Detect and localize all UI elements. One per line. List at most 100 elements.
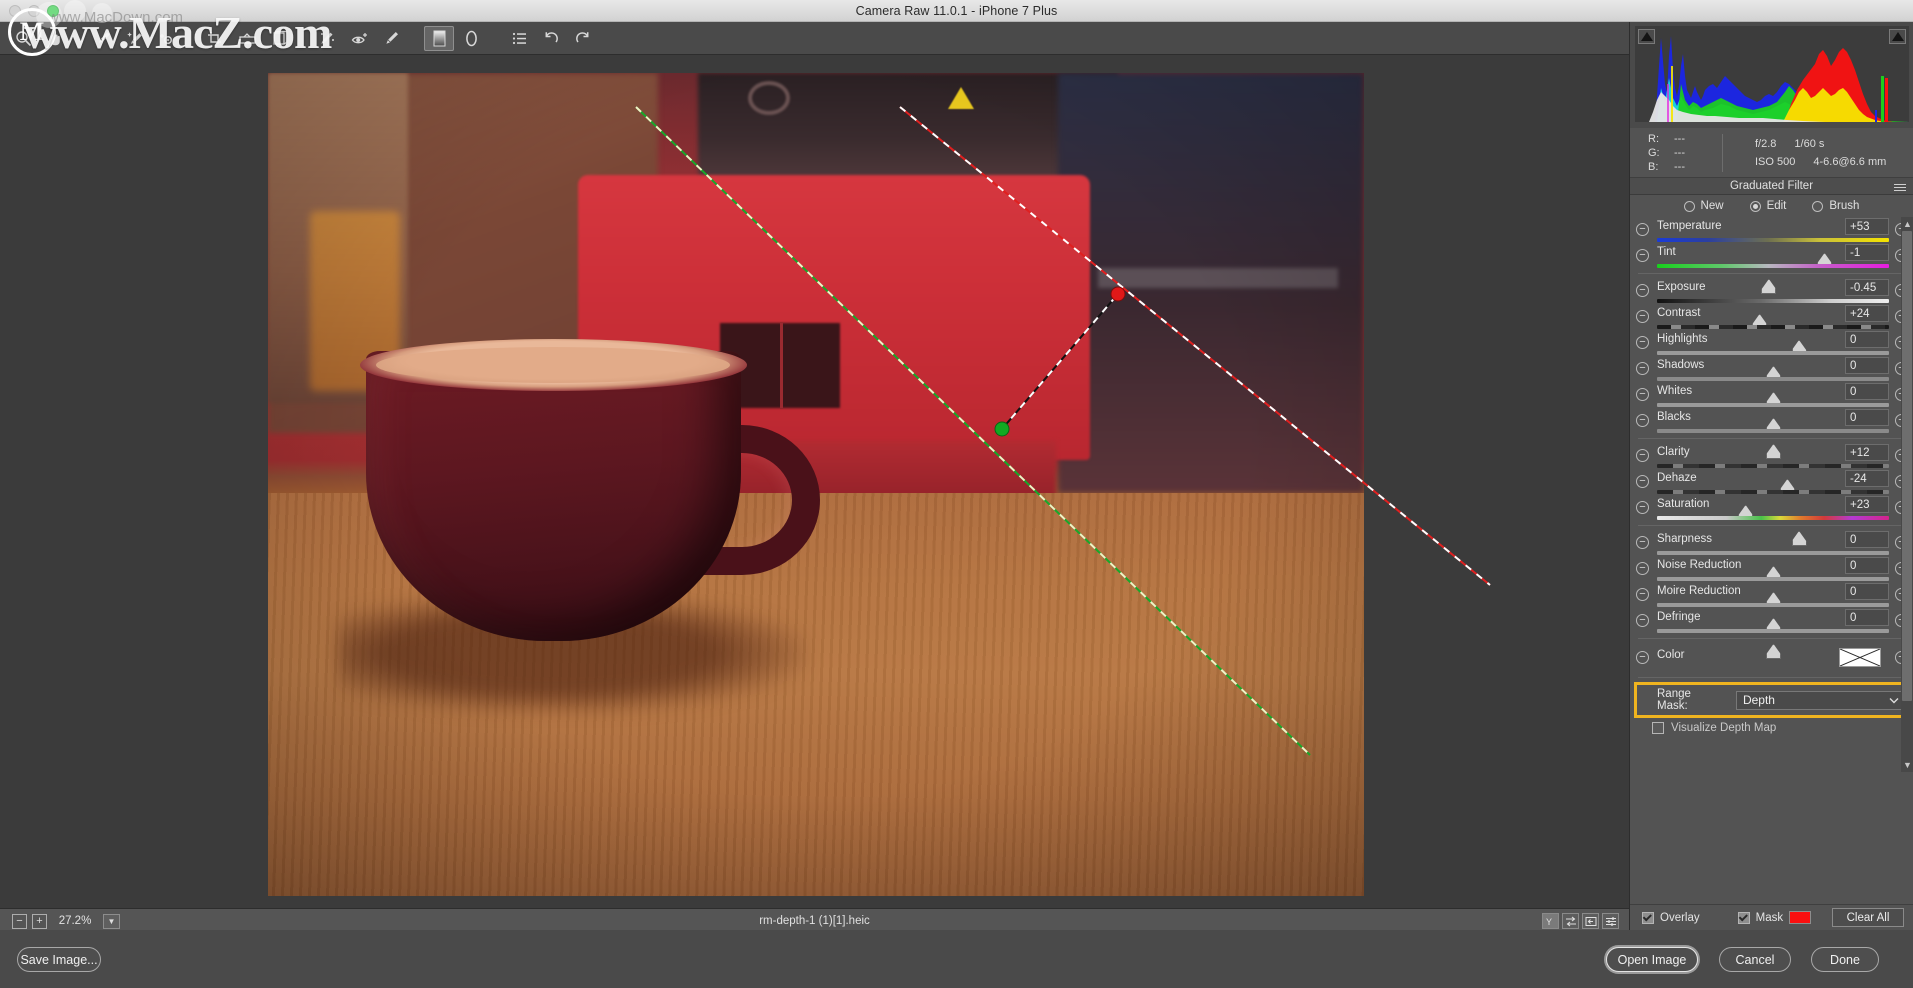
color-swatch[interactable] — [1839, 648, 1881, 667]
whites-value[interactable]: 0 — [1845, 383, 1889, 400]
range-mask-row[interactable]: Range Mask: Depth — [1634, 682, 1909, 718]
cancel-button[interactable]: Cancel — [1719, 947, 1791, 972]
contrast-value[interactable]: +24 — [1845, 305, 1889, 322]
decrease-blacks-icon[interactable]: − — [1636, 414, 1649, 427]
moire-reduction-track[interactable] — [1657, 603, 1889, 633]
decrease-temperature-icon[interactable]: − — [1636, 223, 1649, 236]
scroll-up-icon[interactable]: ▲ — [1903, 218, 1912, 230]
saturation-track[interactable] — [1657, 516, 1889, 546]
window-controls[interactable] — [9, 5, 59, 17]
decrease-contrast-icon[interactable]: − — [1636, 310, 1649, 323]
decrease-defringe-icon[interactable]: − — [1636, 614, 1649, 627]
slider-saturation[interactable]: − Saturation +23 + — [1630, 495, 1913, 546]
shadows-value[interactable]: 0 — [1845, 357, 1889, 374]
shadow-clipping-indicator[interactable] — [1638, 29, 1655, 44]
red-eye-icon[interactable] — [344, 26, 374, 51]
mask-checkbox[interactable] — [1737, 911, 1750, 924]
panel-scrollbar[interactable]: ▲ ▼ — [1901, 217, 1913, 772]
graduated-filter-icon[interactable] — [424, 25, 454, 51]
save-image-button[interactable]: Save Image... — [17, 947, 101, 972]
overlay-toggle[interactable]: Overlay — [1642, 911, 1700, 924]
dehaze-value[interactable]: -24 — [1845, 470, 1889, 487]
temperature-value[interactable]: +53 — [1845, 218, 1889, 235]
range-mask-select[interactable]: Depth — [1735, 690, 1906, 710]
slider-contrast[interactable]: − Contrast +24 + — [1630, 304, 1913, 355]
decrease-dehaze-icon[interactable]: − — [1636, 475, 1649, 488]
visualize-depth-map-checkbox[interactable] — [1652, 722, 1664, 734]
panel-scroll-thumb[interactable] — [1902, 231, 1912, 701]
noise-reduction-track[interactable] — [1657, 577, 1889, 607]
slider-shadows[interactable]: − Shadows 0 + — [1630, 356, 1913, 407]
slider-defringe[interactable]: − Defringe 0 + — [1630, 608, 1913, 659]
decrease-noise-reduction-icon[interactable]: − — [1636, 562, 1649, 575]
open-image-button[interactable]: Open Image — [1606, 947, 1698, 972]
blacks-track[interactable] — [1657, 429, 1889, 459]
slider-moire-reduction[interactable]: − Moire Reduction 0 + — [1630, 582, 1913, 633]
mode-edit[interactable]: Edit — [1749, 200, 1786, 212]
straighten-icon[interactable] — [232, 26, 262, 51]
decrease-color-icon[interactable]: − — [1636, 651, 1649, 664]
exposure-value[interactable]: -0.45 — [1845, 279, 1889, 296]
white-balance-eyedropper-icon[interactable] — [88, 26, 118, 51]
adjustment-brush-icon[interactable] — [376, 26, 406, 51]
slider-dehaze[interactable]: − Dehaze -24 + — [1630, 469, 1913, 520]
exposure-track[interactable] — [1657, 299, 1889, 329]
decrease-whites-icon[interactable]: − — [1636, 388, 1649, 401]
crop-icon[interactable] — [200, 26, 230, 51]
scroll-down-icon[interactable]: ▼ — [1903, 759, 1912, 771]
slider-whites[interactable]: − Whites 0 + — [1630, 382, 1913, 433]
slider-noise-reduction[interactable]: − Noise Reduction 0 + — [1630, 556, 1913, 607]
clear-all-button[interactable]: Clear All — [1832, 908, 1904, 927]
decrease-exposure-icon[interactable]: − — [1636, 284, 1649, 297]
saturation-value[interactable]: +23 — [1845, 496, 1889, 513]
redo-icon[interactable] — [568, 26, 598, 51]
slider-temperature[interactable]: − Temperature +53 + — [1630, 217, 1913, 268]
decrease-moire-reduction-icon[interactable]: − — [1636, 588, 1649, 601]
contrast-track[interactable] — [1657, 325, 1889, 355]
mask-toggle[interactable]: Mask — [1737, 911, 1812, 924]
minimize-button[interactable] — [28, 5, 40, 17]
shadows-track[interactable] — [1657, 377, 1889, 407]
clarity-value[interactable]: +12 — [1845, 444, 1889, 461]
panel-menu-icon[interactable] — [1894, 182, 1906, 193]
mode-new[interactable]: New — [1683, 200, 1724, 212]
blacks-value[interactable]: 0 — [1845, 409, 1889, 426]
preview-image[interactable] — [268, 73, 1364, 896]
overlay-checkbox[interactable] — [1642, 911, 1654, 924]
defringe-value[interactable]: 0 — [1845, 609, 1889, 626]
zoom-icon[interactable] — [8, 26, 38, 51]
decrease-sharpness-icon[interactable]: − — [1636, 536, 1649, 549]
slider-exposure[interactable]: − Exposure -0.45 + — [1630, 278, 1913, 329]
moire-reduction-value[interactable]: 0 — [1845, 583, 1889, 600]
highlight-clipping-indicator[interactable] — [1889, 29, 1906, 44]
transform-icon[interactable] — [264, 26, 294, 51]
slider-blacks[interactable]: − Blacks 0 + — [1630, 408, 1913, 459]
done-button[interactable]: Done — [1811, 947, 1879, 972]
slider-clarity[interactable]: − Clarity +12 + — [1630, 443, 1913, 494]
highlights-track[interactable] — [1657, 351, 1889, 381]
visualize-depth-map-row[interactable]: Visualize Depth Map — [1630, 718, 1913, 738]
highlights-value[interactable]: 0 — [1845, 331, 1889, 348]
defringe-track[interactable] — [1657, 629, 1889, 659]
slider-sharpness[interactable]: − Sharpness 0 + — [1630, 530, 1913, 581]
sharpness-track[interactable] — [1657, 551, 1889, 581]
mask-color-swatch[interactable] — [1789, 911, 1812, 924]
noise-reduction-value[interactable]: 0 — [1845, 557, 1889, 574]
decrease-clarity-icon[interactable]: − — [1636, 449, 1649, 462]
spot-removal-icon[interactable] — [312, 26, 342, 51]
slider-tint[interactable]: − Tint -1 + — [1630, 243, 1913, 294]
targeted-adjustment-icon[interactable] — [152, 26, 182, 51]
tint-value[interactable]: -1 — [1845, 244, 1889, 261]
zoom-window-button[interactable] — [47, 5, 59, 17]
hand-icon[interactable] — [40, 26, 70, 51]
decrease-shadows-icon[interactable]: − — [1636, 362, 1649, 375]
image-canvas[interactable] — [0, 55, 1629, 908]
clarity-track[interactable] — [1657, 464, 1889, 494]
slider-highlights[interactable]: − Highlights 0 + — [1630, 330, 1913, 381]
color-sampler-eyedropper-icon[interactable] — [120, 26, 150, 51]
tint-track[interactable] — [1657, 264, 1889, 294]
decrease-highlights-icon[interactable]: − — [1636, 336, 1649, 349]
mode-brush[interactable]: Brush — [1812, 200, 1859, 212]
radial-filter-icon[interactable] — [456, 26, 486, 51]
decrease-saturation-icon[interactable]: − — [1636, 501, 1649, 514]
